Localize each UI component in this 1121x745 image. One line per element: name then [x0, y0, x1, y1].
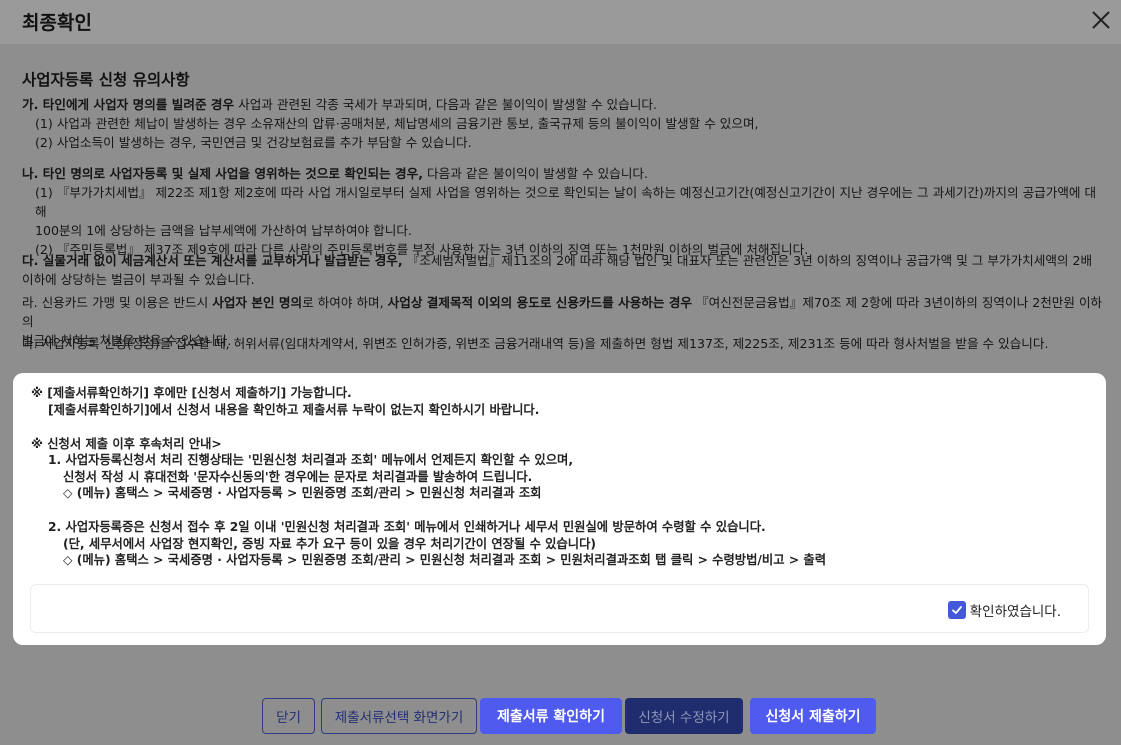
notice-item-da: 다. 실물거래 없이 세금계산서 또는 계산서를 교부하거나 발급받는 경우, … [22, 251, 1107, 289]
confirm-checkbox-label[interactable]: 확인하였습니다. [970, 600, 1061, 620]
notice-da-prefix: 다. [22, 253, 43, 268]
checkmark-icon [951, 606, 962, 614]
notice-item-na: 나. 타인 명의로 사업자등록 및 실제 사업을 영위하는 것으로 확인되는 경… [22, 164, 1107, 259]
notice-na-sub-1: (1) 『부가가치세법』 제22조 제1항 제2호에 따라 사업 개시일로부터 … [35, 185, 1097, 219]
notice-ga-prefix: 가. [22, 97, 43, 112]
check-docs-button[interactable]: 제출서류 확인하기 [480, 698, 622, 734]
notice-ga-rest: 사업과 관련된 각종 국세가 부과되며, 다음과 같은 불이익이 발생할 수 있… [234, 97, 657, 112]
confirm-panel: ※ [제출서류확인하기] 후에만 [신청서 제출하기] 가능합니다. [제출서류… [13, 373, 1106, 645]
dialog-title: 최종확인 [22, 12, 92, 34]
go-doc-select-button[interactable]: 제출서류선택 화면가기 [321, 698, 477, 734]
notice-da-rest: 『조세범처벌법』제11조의 2에 따라 해당 법인 및 대표자 또는 관련인은 … [402, 253, 1093, 268]
modify-application-button[interactable]: 신청서 수정하기 [625, 698, 743, 734]
confirm-line-3: ※ 신청서 제출 이후 후속처리 안내> [31, 436, 222, 451]
confirm-item-2-a: 2. 사업자등록증은 신청서 접수 후 2일 이내 '민원신청 처리결과 조회'… [48, 520, 766, 534]
confirm-checkbox-area: 확인하였습니다. [30, 584, 1089, 633]
notice-ga-heading: 가. 타인에게 사업자 명의를 빌려준 경우 사업과 관련된 각종 국세가 부과… [22, 95, 1107, 114]
checkbox-checked-icon[interactable] [947, 601, 966, 619]
close-icon[interactable] [1089, 8, 1113, 32]
dialog-header: 최종확인 [0, 0, 1121, 44]
confirm-checkbox[interactable]: 확인하였습니다. [947, 600, 1061, 620]
notice-item-ga: 가. 타인에게 사업자 명의를 빌려준 경우 사업과 관련된 각종 국세가 부과… [22, 95, 1107, 152]
notice-title: 사업자등록 신청 유의사항 [22, 71, 190, 89]
confirm-item-2-c: ◇ (메뉴) 홈택스 > 국세증명 · 사업자등록 > 민원증명 조회/관리 >… [63, 553, 827, 567]
confirm-item-1-a: 1. 사업자등록신청서 처리 진행상태는 '민원신청 처리결과 조회' 메뉴에서… [48, 453, 574, 467]
notice-na-heading: 나. 타인 명의로 사업자등록 및 실제 사업을 영위하는 것으로 확인되는 경… [22, 164, 1107, 183]
notice-da-line-1: 다. 실물거래 없이 세금계산서 또는 계산서를 교부하거나 발급받는 경우, … [22, 251, 1107, 270]
notice-ra-prefix: 라. 신용카드 가맹 및 이용은 반드시 [22, 295, 213, 310]
notice-ra-line-1: 라. 신용카드 가맹 및 이용은 반드시 사업자 본인 명의로 하여야 하며, … [22, 293, 1107, 331]
notice-na-rest: 다음과 같은 불이익이 발생할 수 있습니다. [423, 166, 649, 181]
notice-da-line-2: 이하에 상당하는 벌금이 부과될 수 있습니다. [22, 272, 255, 287]
notice-ga-bold: 타인에게 사업자 명의를 빌려준 경우 [42, 97, 235, 112]
notice-na-prefix: 나. [22, 166, 43, 181]
confirm-item-1-c: ◇ (메뉴) 홈택스 > 국세증명 · 사업자등록 > 민원증명 조회/관리 >… [63, 486, 542, 500]
notice-ga-sub-1: (1) 사업과 관련한 체납이 발생하는 경우 소유재산의 압류·공매처분, 체… [35, 116, 759, 131]
notice-ra-bold-1: 사업자 본인 명의 [212, 295, 303, 310]
submit-application-button[interactable]: 신청서 제출하기 [750, 698, 876, 734]
dialog-footer: 닫기 제출서류선택 화면가기 제출서류 확인하기 신청서 수정하기 신청서 제출… [0, 685, 1121, 745]
notice-na-bold: 타인 명의로 사업자등록 및 실제 사업을 영위하는 것으로 확인되는 경우, [42, 166, 424, 181]
confirm-line-2: [제출서류확인하기]에서 신청서 내용을 확인하고 제출서류 누락이 없는지 확… [48, 402, 540, 417]
confirm-item-2-b: (단, 세무서에서 사업장 현지확인, 증빙 자료 추가 요구 등이 있을 경우… [63, 536, 597, 551]
notice-ra-bold-2: 사업상 결제목적 이외의 용도로 신용카드를 사용하는 경우 [387, 295, 693, 310]
notice-item-ma: 마. 사업자등록 신청(정정)을 접수할 때, 허위서류(임대차계약서, 위변조… [22, 334, 1107, 353]
notice-ga-sub-2: (2) 사업소득이 발생하는 경우, 국민연금 및 건강보험료를 추가 부담할 … [35, 135, 472, 150]
confirm-line-1: ※ [제출서류확인하기] 후에만 [신청서 제출하기] 가능합니다. [31, 386, 352, 400]
confirm-item-1-b: 신청서 작성 시 휴대전화 '문자수신동의'한 경우에는 문자로 처리결과를 발… [63, 469, 533, 484]
notice-da-bold: 실물거래 없이 세금계산서 또는 계산서를 교부하거나 발급받는 경우, [42, 253, 403, 268]
confirm-guide: ※ [제출서류확인하기] 후에만 [신청서 제출하기] 가능합니다. [제출서류… [31, 385, 1091, 569]
notice-na-sub-1-cont: 100분의 1에 상당하는 금액을 납부세액에 가산하여 납부하여야 합니다. [35, 223, 412, 238]
close-button[interactable]: 닫기 [262, 698, 315, 734]
notice-ma-text: 마. 사업자등록 신청(정정)을 접수할 때, 허위서류(임대차계약서, 위변조… [22, 336, 1049, 351]
notice-ra-mid: 로 하여야 하며, [302, 295, 388, 310]
